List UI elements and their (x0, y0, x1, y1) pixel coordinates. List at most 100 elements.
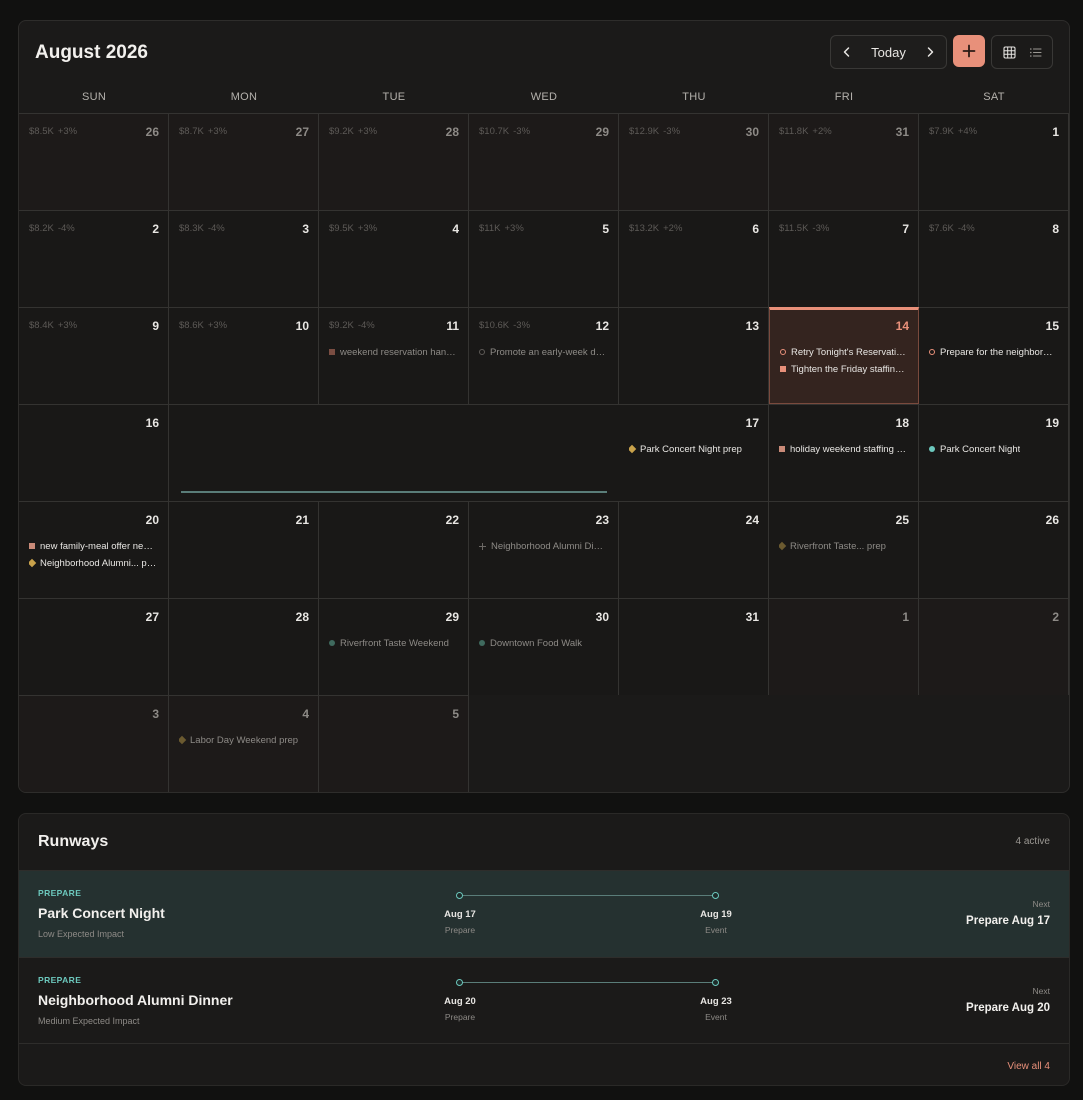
day-cell[interactable]: 25 Riverfront Taste... prep (769, 501, 919, 598)
calendar-event[interactable]: Neighborhood Alumni... prep (29, 556, 157, 570)
day-cell[interactable]: 13 (619, 307, 769, 404)
day-cell[interactable]: 3 (19, 695, 169, 792)
day-cell[interactable]: 6 $13.2K +2% (619, 210, 769, 307)
day-cell[interactable]: 10 $8.6K +3% (169, 307, 319, 404)
calendar-event[interactable]: Labor Day Weekend prep (179, 733, 307, 747)
day-cell[interactable]: 5 (319, 695, 469, 792)
day-cell[interactable]: 8 $7.6K -4% (919, 210, 1069, 307)
day-cell[interactable]: 1 $7.9K +4% (919, 113, 1069, 210)
calendar-event[interactable]: Promote an early-week dinner (479, 345, 607, 359)
calendar-event[interactable]: Tighten the Friday staffing plan (780, 362, 908, 376)
day-cell[interactable]: 2 (919, 598, 1069, 695)
prev-month-button[interactable] (831, 36, 863, 68)
today-button[interactable]: Today (863, 45, 914, 60)
grid-icon (1002, 45, 1016, 59)
revenue-change: -3% (513, 126, 531, 137)
day-cell[interactable]: 26 $8.5K +3% (19, 113, 169, 210)
next-month-button[interactable] (914, 36, 946, 68)
calendar-event[interactable]: weekend reservation handling (329, 345, 457, 359)
day-cell[interactable]: 19 Park Concert Night (919, 404, 1069, 501)
timeline-start-dot (456, 892, 463, 899)
day-cell[interactable]: 30 $12.9K -3% (619, 113, 769, 210)
runway-row[interactable]: PREPARE Park Concert Night Low Expected Im… (19, 870, 1069, 957)
revenue-value: $8.7K (179, 126, 204, 137)
day-cell[interactable]: 11 $9.2K -4% weekend reservation handling (319, 307, 469, 404)
revenue-forecast: $9.2K -4% (329, 320, 375, 331)
revenue-forecast: $12.9K -3% (629, 126, 680, 137)
calendar-event[interactable]: Neighborhood Alumni Dinner (479, 539, 607, 553)
add-event-button[interactable] (953, 35, 985, 67)
day-cell[interactable]: 2 $8.2K -4% (19, 210, 169, 307)
runways-footer: View all 4 (19, 1043, 1069, 1085)
event-title: Riverfront Taste Weekend (340, 637, 449, 649)
day-cell[interactable]: 17 Park Concert Night prep (619, 404, 769, 501)
day-cell[interactable]: 1 (769, 598, 919, 695)
multi-day-span (169, 404, 619, 501)
day-number: 13 (745, 319, 759, 333)
square-marker-icon (329, 349, 335, 355)
day-cell[interactable]: 12 $10.6K -3% Promote an early-week dinner (469, 307, 619, 404)
diamond-marker-icon (779, 541, 787, 551)
calendar-event[interactable]: Park Concert Night (929, 442, 1057, 456)
calendar-event[interactable]: Riverfront Taste Weekend (329, 636, 457, 650)
runway-stage: PREPARE (38, 888, 82, 898)
day-cell[interactable]: 21 (169, 501, 319, 598)
day-cell[interactable]: 28 (169, 598, 319, 695)
calendar-event[interactable]: Downtown Food Walk (479, 636, 607, 650)
calendar-event[interactable]: holiday weekend staffing review (779, 442, 907, 456)
timeline-end-dot (712, 892, 719, 899)
revenue-forecast: $7.9K +4% (929, 126, 977, 137)
grid-view-button[interactable] (997, 40, 1021, 64)
revenue-forecast: $8.7K +3% (179, 126, 227, 137)
revenue-value: $7.6K (929, 223, 954, 234)
day-cell[interactable]: 29 $10.7K -3% (469, 113, 619, 210)
day-cell[interactable]: 26 (919, 501, 1069, 598)
ring-marker-icon (929, 349, 935, 355)
day-cell[interactable]: 28 $9.2K +3% (319, 113, 469, 210)
day-cell[interactable]: 31 (619, 598, 769, 695)
list-view-button[interactable] (1023, 40, 1047, 64)
revenue-value: $7.9K (929, 126, 954, 137)
month-title: August 2026 (35, 42, 148, 63)
day-cell[interactable]: 9 $8.4K +3% (19, 307, 169, 404)
day-cell[interactable]: 4 Labor Day Weekend prep (169, 695, 319, 792)
day-cell[interactable]: 30 Downtown Food Walk (469, 598, 619, 695)
day-cell[interactable]: 29 Riverfront Taste Weekend (319, 598, 469, 695)
day-cell[interactable]: 16 (19, 404, 169, 501)
revenue-change: +2% (812, 126, 832, 137)
event-title: Park Concert Night prep (640, 443, 742, 455)
day-cell[interactable]: 15 Prepare for the neighborhood event (919, 307, 1069, 404)
day-number: 19 (1045, 416, 1059, 430)
day-cell[interactable]: 27 (19, 598, 169, 695)
day-cell[interactable]: 5 $11K +3% (469, 210, 619, 307)
day-number: 17 (745, 416, 759, 430)
revenue-value: $8.2K (29, 223, 54, 234)
day-cell[interactable]: 22 (319, 501, 469, 598)
day-cell[interactable]: 3 $8.3K -4% (169, 210, 319, 307)
day-number: 16 (145, 416, 159, 430)
calendar-event[interactable]: new family-meal offer needs review (29, 539, 157, 553)
day-cell[interactable]: 20 new family-meal offer needs review Neig… (19, 501, 169, 598)
list-icon (1029, 47, 1042, 57)
calendar-event[interactable]: Retry Tonight's Reservations (780, 345, 908, 359)
revenue-forecast: $11K +3% (479, 223, 524, 234)
day-cell[interactable]: 27 $8.7K +3% (169, 113, 319, 210)
day-cell[interactable]: 24 (619, 501, 769, 598)
revenue-change: -4% (207, 223, 225, 234)
day-cell[interactable]: 7 $11.5K -3% (769, 210, 919, 307)
day-cell-today[interactable]: 14 Retry Tonight's Reservations Tighten th… (769, 307, 919, 404)
date-nav: Today (830, 35, 947, 69)
day-cell[interactable]: 4 $9.5K +3% (319, 210, 469, 307)
calendar-event[interactable]: Prepare for the neighborhood event (929, 345, 1057, 359)
revenue-change: +3% (504, 223, 524, 234)
day-cell[interactable]: 18 holiday weekend staffing review (769, 404, 919, 501)
span-bar[interactable] (181, 491, 607, 493)
calendar-event[interactable]: Riverfront Taste... prep (779, 539, 907, 553)
runway-row[interactable]: PREPARE Neighborhood Alumni Dinner Medium … (19, 957, 1069, 1044)
view-all-link[interactable]: View all 4 (1007, 1061, 1050, 1072)
day-number: 26 (145, 125, 159, 139)
revenue-value: $8.3K (179, 223, 204, 234)
day-cell[interactable]: 23 Neighborhood Alumni Dinner (469, 501, 619, 598)
day-cell[interactable]: 31 $11.8K +2% (769, 113, 919, 210)
calendar-event[interactable]: Park Concert Night prep (629, 442, 757, 456)
